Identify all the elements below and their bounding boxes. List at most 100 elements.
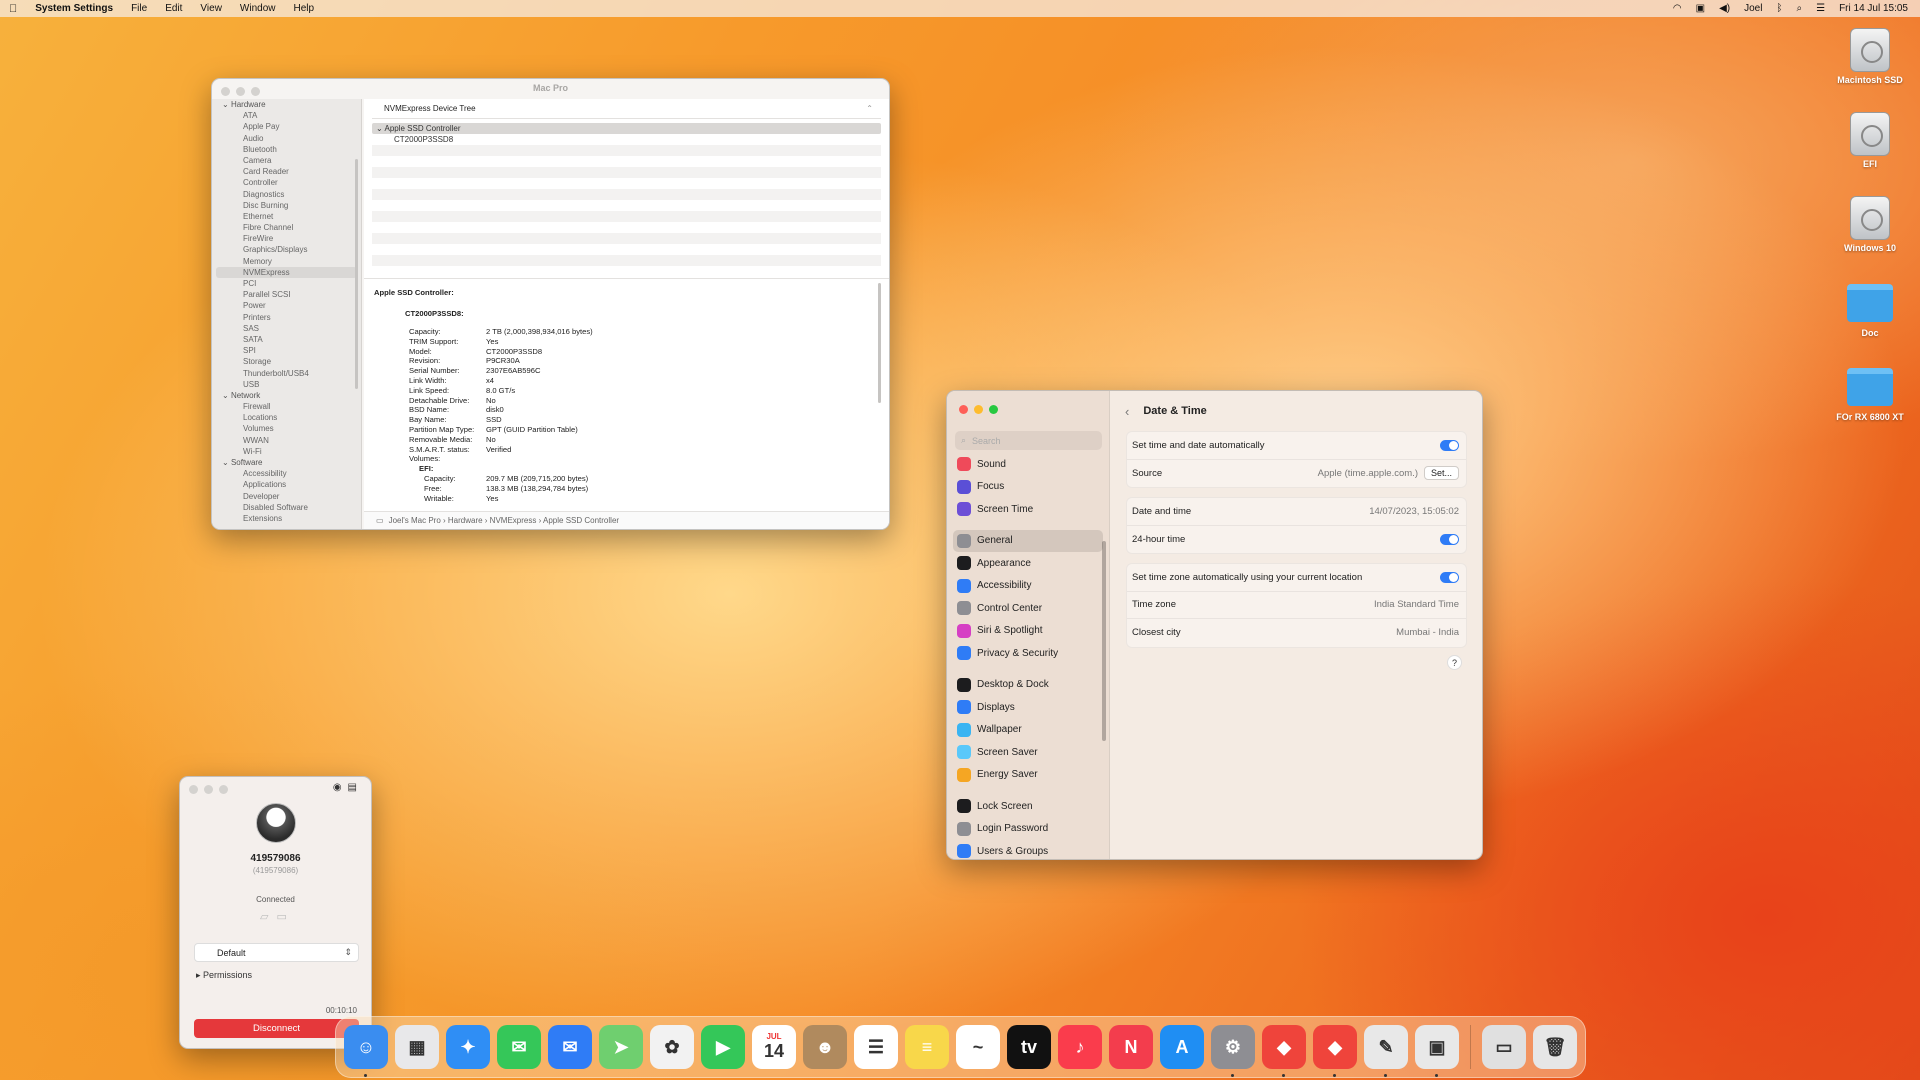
tree-group-hardware[interactable]: ⌄ Hardware [212, 99, 361, 110]
desktop-icon-rx6800xt[interactable]: FOr RX 6800 XT [1825, 368, 1915, 422]
sidebar-item-firewall[interactable]: Firewall [212, 401, 361, 412]
sidebar-item-screen-time[interactable]: Screen Time [953, 498, 1103, 521]
apple-menu-icon[interactable]:  [0, 3, 26, 15]
control-center-icon[interactable]: ☰ [1816, 3, 1825, 14]
desktop-icon-efi[interactable]: EFI [1825, 112, 1915, 169]
tree-row[interactable]: ⌄ Apple SSD Controller [372, 123, 881, 134]
sidebar-item-developer[interactable]: Developer [212, 491, 361, 502]
sidebar-scrollbar[interactable] [355, 159, 358, 389]
sidebar-item-applications[interactable]: Applications [212, 479, 361, 490]
dock-freeform-icon[interactable]: ~ [956, 1025, 1000, 1069]
desktop-icon-macintosh-ssd[interactable]: Macintosh SSD [1825, 28, 1915, 85]
sidebar-item-accessibility[interactable]: Accessibility [212, 468, 361, 479]
sidebar-item-appearance[interactable]: Appearance [953, 552, 1103, 575]
sidebar-item-volumes[interactable]: Volumes [212, 423, 361, 434]
mouse-icon[interactable]: ◉ [333, 782, 342, 793]
dock-appstore-icon[interactable]: A [1160, 1025, 1204, 1069]
dock-messages-icon[interactable]: ✉ [497, 1025, 541, 1069]
dock-anydesk-icon[interactable]: ◆ [1262, 1025, 1306, 1077]
sidebar-item-pci[interactable]: PCI [212, 278, 361, 289]
dock-calendar-icon[interactable]: JUL 14 [752, 1025, 796, 1069]
search-field[interactable]: ⌕ Search [955, 431, 1102, 450]
minimize-button[interactable] [974, 405, 983, 414]
menu-view[interactable]: View [191, 3, 231, 14]
desktop-icon-doc[interactable]: Doc [1825, 284, 1915, 338]
sidebar-item-ata[interactable]: ATA [212, 110, 361, 121]
dock-safari-icon[interactable]: ✦ [446, 1025, 490, 1069]
zoom-button[interactable] [219, 785, 228, 794]
back-chevron-icon[interactable]: ‹ [1125, 404, 1129, 419]
message-icon[interactable]: ▭ [276, 910, 286, 923]
dock-notes-icon[interactable]: ≡ [905, 1025, 949, 1069]
dock-system-settings-icon[interactable]: ⚙ [1211, 1025, 1255, 1077]
menu-file[interactable]: File [122, 3, 156, 14]
user-menu[interactable]: Joel [1744, 3, 1762, 14]
sidebar-item-sata[interactable]: SATA [212, 334, 361, 345]
dock-reminders-icon[interactable]: ☰ [854, 1025, 898, 1069]
detail-scrollbar[interactable] [878, 283, 881, 403]
sidebar-item-disabled-software[interactable]: Disabled Software [212, 502, 361, 513]
dock-anydesk-session-icon[interactable]: ◆ [1313, 1025, 1357, 1077]
sidebar-item-extensions[interactable]: Extensions [212, 513, 361, 524]
sidebar-item-storage[interactable]: Storage [212, 356, 361, 367]
menu-help[interactable]: Help [285, 3, 324, 14]
sidebar-item-control-center[interactable]: Control Center [953, 597, 1103, 620]
permission-profile-select[interactable]: Default ⇕ [194, 943, 359, 962]
sidebar-item-memory[interactable]: Memory [212, 256, 361, 267]
sidebar-item-thunderbolt-usb4[interactable]: Thunderbolt/USB4 [212, 368, 361, 379]
sidebar-item-login-password[interactable]: Login Password [953, 818, 1103, 841]
dock-downloads-icon[interactable]: ▭ [1482, 1025, 1526, 1069]
sidebar-item-desktop-dock[interactable]: Desktop & Dock [953, 674, 1103, 697]
file-transfer-icon[interactable]: ▱ [260, 910, 268, 923]
sidebar-item-graphics-displays[interactable]: Graphics/Displays [212, 244, 361, 255]
sidebar-item-locations[interactable]: Locations [212, 412, 361, 423]
dock-finder-icon[interactable]: ☺ [344, 1025, 388, 1077]
permissions-disclosure[interactable]: ▸ Permissions [196, 970, 252, 981]
sidebar-item-spi[interactable]: SPI [212, 345, 361, 356]
sidebar-item-usb[interactable]: USB [212, 379, 361, 390]
dock-news-icon[interactable]: N [1109, 1025, 1153, 1069]
clock[interactable]: Fri 14 Jul 15:05 [1839, 3, 1908, 14]
set-source-button[interactable]: Set... [1423, 466, 1459, 481]
desktop-icon-windows-10[interactable]: Windows 10 [1825, 196, 1915, 253]
sidebar-item-printers[interactable]: Printers [212, 312, 361, 323]
sidebar-item-general[interactable]: General [953, 529, 1103, 552]
dock-maps-icon[interactable]: ➤ [599, 1025, 643, 1069]
sidebar-item-ethernet[interactable]: Ethernet [212, 211, 361, 222]
menu-window[interactable]: Window [231, 3, 285, 14]
sidebar-item-wi-fi[interactable]: Wi-Fi [212, 446, 361, 457]
dock-appletv-icon[interactable]: tv [1007, 1025, 1051, 1069]
dock-facetime-icon[interactable]: ▶ [701, 1025, 745, 1069]
bluetooth-icon[interactable]: ᛒ [1776, 3, 1782, 14]
dock-music-icon[interactable]: ♪ [1058, 1025, 1102, 1069]
sidebar-item-parallel-scsi[interactable]: Parallel SCSI [212, 289, 361, 300]
sidebar-item-screen-saver[interactable]: Screen Saver [953, 741, 1103, 764]
chevron-up-icon[interactable]: ⌃ [866, 104, 873, 113]
close-button[interactable] [189, 785, 198, 794]
date-time-value[interactable]: 14/07/2023, 15:05:02 [1369, 506, 1459, 517]
sidebar-item-siri-spotlight[interactable]: Siri & Spotlight [953, 620, 1103, 643]
sidebar-item-wallpaper[interactable]: Wallpaper [953, 719, 1103, 742]
minimize-button[interactable] [204, 785, 213, 794]
help-button[interactable]: ? [1447, 655, 1462, 670]
sidebar-item-displays[interactable]: Displays [953, 696, 1103, 719]
sidebar-item-disc-burning[interactable]: Disc Burning [212, 200, 361, 211]
sidebar-item-privacy-security[interactable]: Privacy & Security [953, 642, 1103, 665]
sidebar-item-audio[interactable]: Audio [212, 133, 361, 144]
sidebar-scrollbar[interactable] [1102, 541, 1106, 741]
auto-time-toggle[interactable] [1440, 439, 1459, 451]
sidebar-item-sound[interactable]: Sound [953, 453, 1103, 476]
sidebar-item-lock-screen[interactable]: Lock Screen [953, 795, 1103, 818]
spotlight-icon[interactable]: ⌕ [1796, 3, 1802, 14]
tree-group-network[interactable]: ⌄ Network [212, 390, 361, 401]
dock-photos-icon[interactable]: ✿ [650, 1025, 694, 1069]
sidebar-item-energy-saver[interactable]: Energy Saver [953, 764, 1103, 787]
dock-trash-icon[interactable]: 🗑 [1533, 1025, 1577, 1069]
sidebar-item-camera[interactable]: Camera [212, 155, 361, 166]
sidebar-item-card-reader[interactable]: Card Reader [212, 166, 361, 177]
app-menu[interactable]: System Settings [26, 3, 122, 14]
close-button[interactable] [959, 405, 968, 414]
wifi-icon[interactable]: ◠ [1673, 3, 1682, 14]
zoom-button[interactable] [989, 405, 998, 414]
sidebar-item-power[interactable]: Power [212, 300, 361, 311]
